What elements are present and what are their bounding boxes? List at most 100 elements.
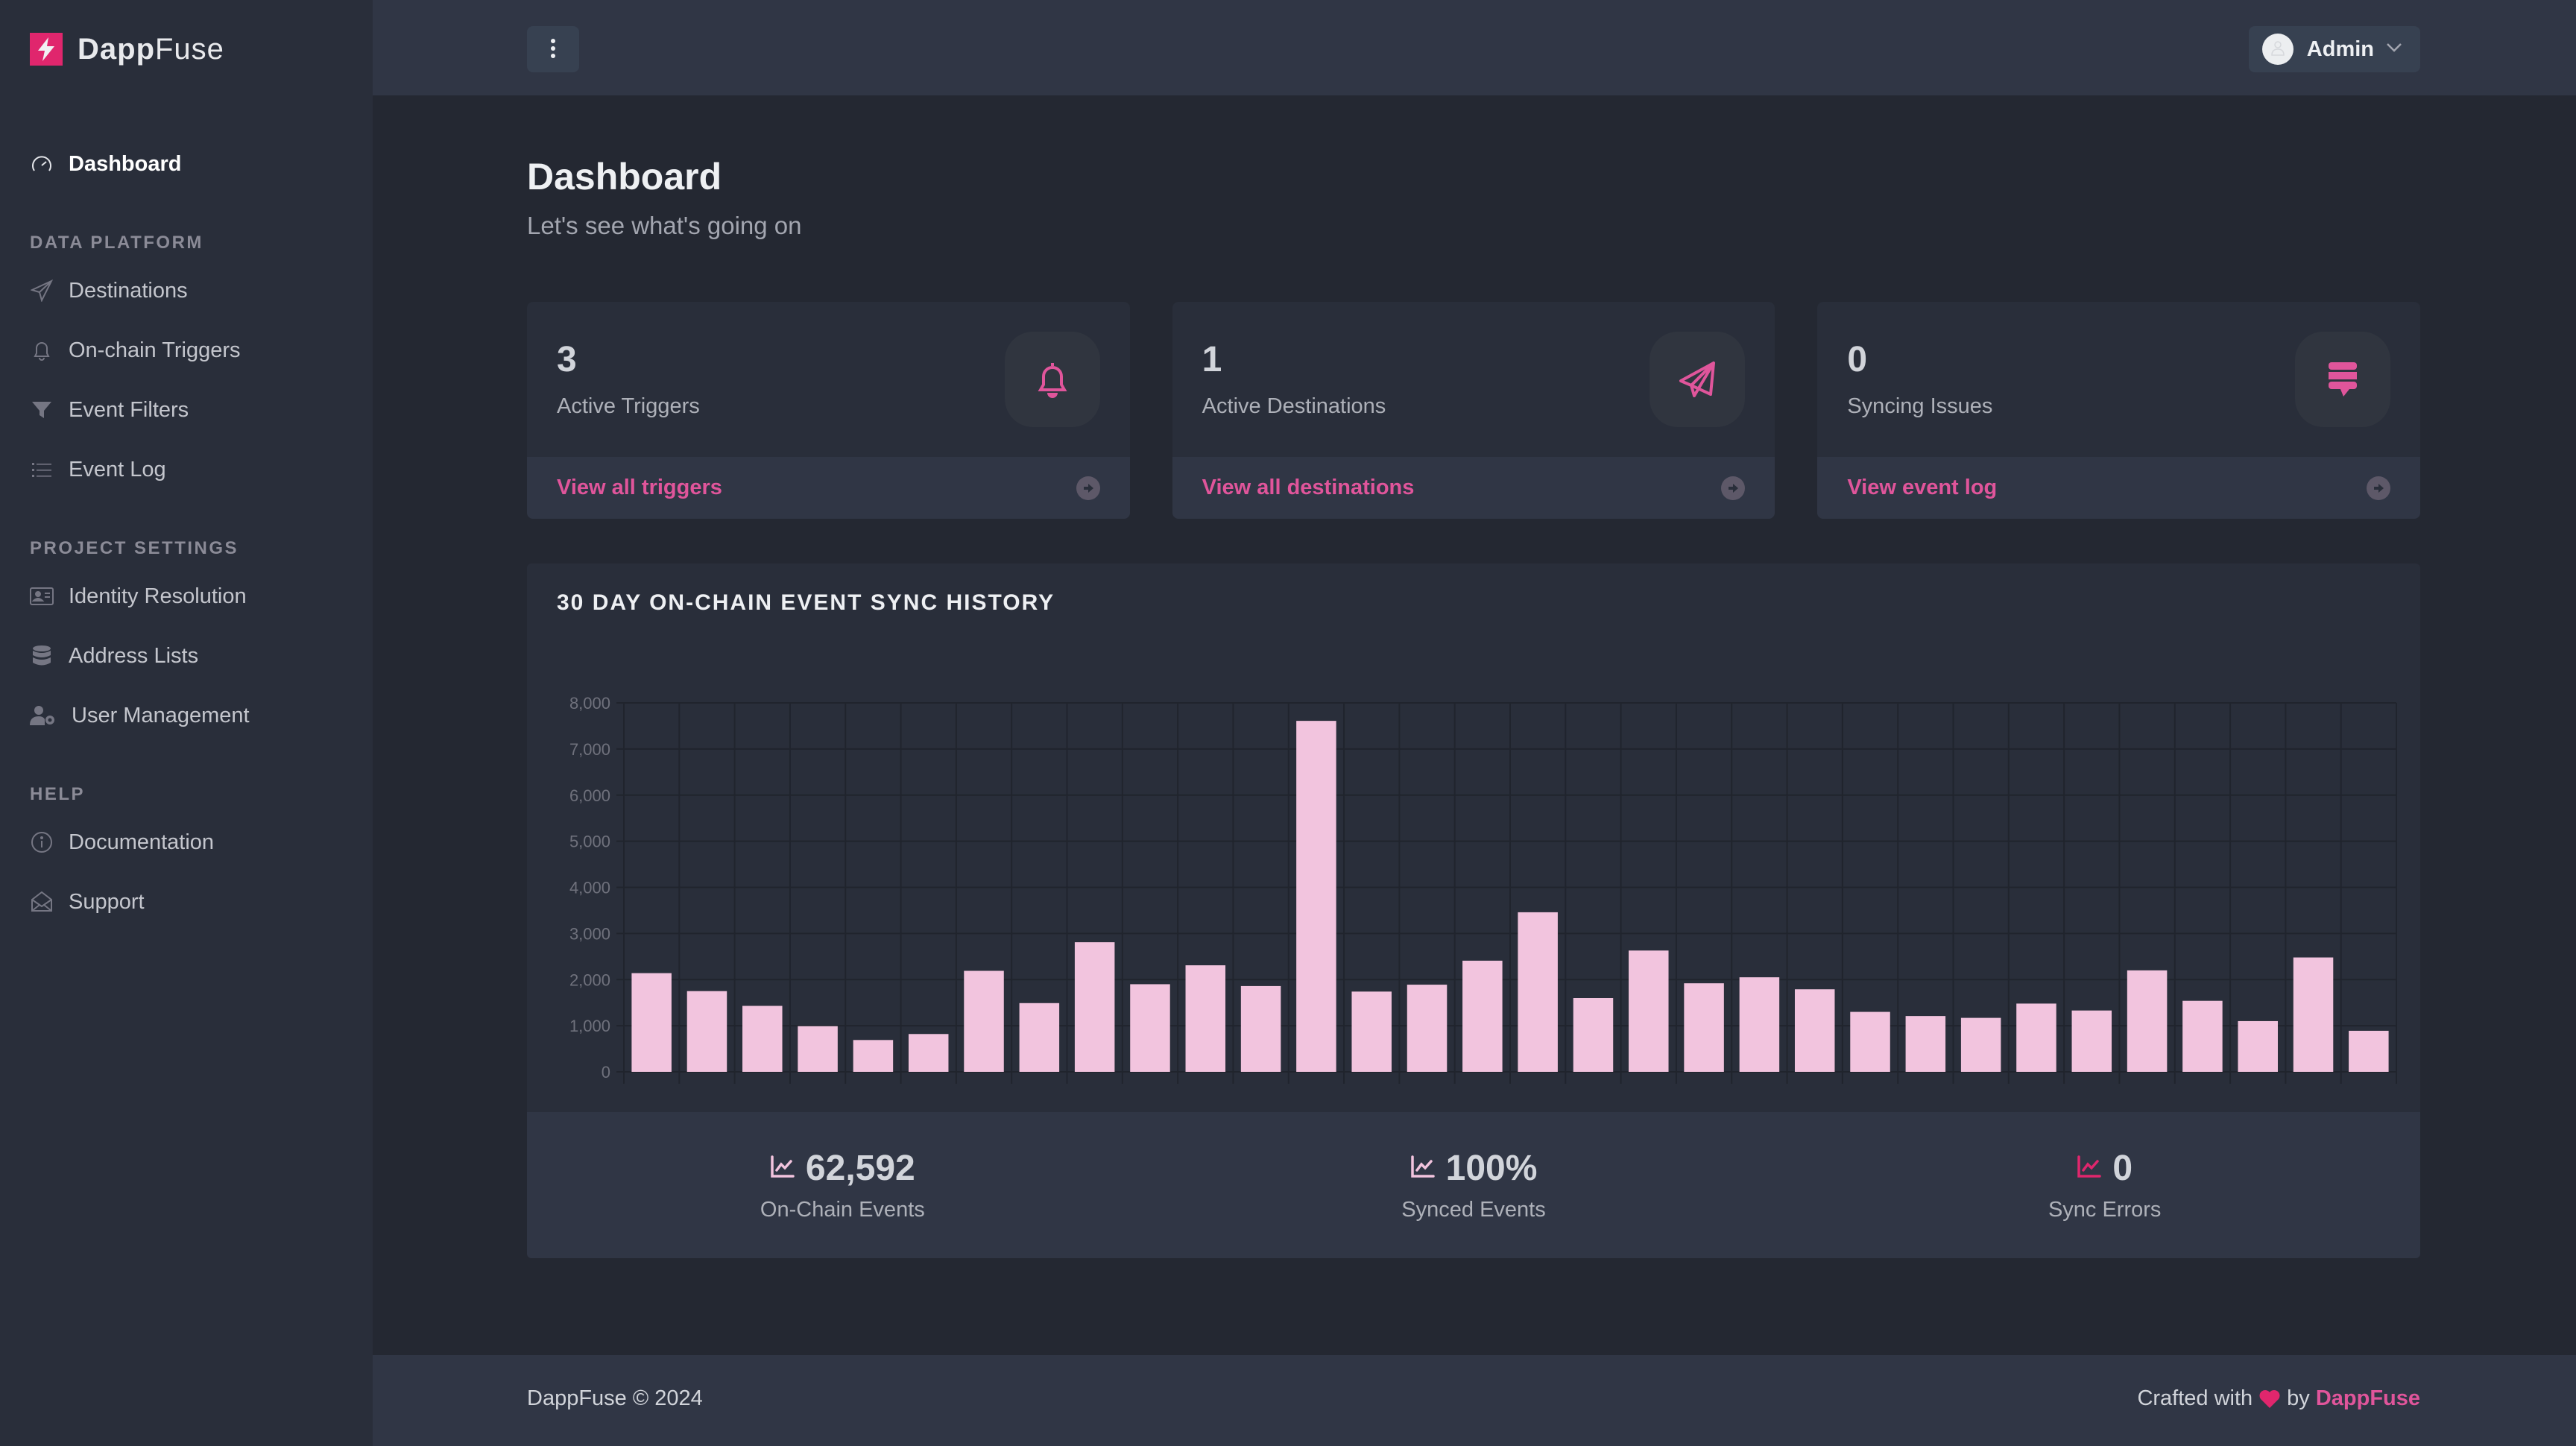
user-menu-button[interactable]: Admin bbox=[2248, 26, 2420, 72]
sidebar-item-label: Dashboard bbox=[69, 151, 182, 176]
user-gear-icon bbox=[30, 704, 57, 727]
user-name: Admin bbox=[2306, 37, 2374, 61]
bar bbox=[1240, 985, 1281, 1072]
stat-synced-events: 100% Synced Events bbox=[1158, 1112, 1790, 1258]
gauge-icon bbox=[30, 152, 54, 176]
sidebar-item-identity-resolution[interactable]: Identity Resolution bbox=[30, 566, 373, 626]
bar bbox=[2071, 1010, 2112, 1072]
card-label: Active Destinations bbox=[1202, 394, 1386, 418]
bar bbox=[1905, 1016, 1946, 1072]
sidebar-item-dashboard[interactable]: Dashboard bbox=[30, 134, 373, 194]
ellipsis-vertical-icon bbox=[549, 38, 557, 61]
brand-name: DappFuse bbox=[78, 33, 224, 66]
card-value: 1 bbox=[1202, 340, 1222, 379]
bar bbox=[1518, 912, 1558, 1072]
chart-line-icon bbox=[1410, 1155, 1436, 1182]
bar bbox=[1019, 1003, 1060, 1072]
view-all-destinations-link[interactable]: View all destinations bbox=[1202, 476, 1415, 500]
page-title: Dashboard bbox=[527, 156, 722, 198]
arrow-circle-right-icon[interactable] bbox=[1076, 476, 1100, 500]
stat-on-chain-events: 62,592 On-Chain Events bbox=[527, 1112, 1158, 1258]
paper-plane-icon bbox=[30, 279, 54, 303]
bar bbox=[1573, 998, 1614, 1072]
brand[interactable]: DappFuse bbox=[30, 33, 224, 66]
bar bbox=[964, 970, 1004, 1072]
sidebar-item-destinations[interactable]: Destinations bbox=[30, 261, 373, 321]
bar bbox=[2016, 1003, 2056, 1072]
bar bbox=[1739, 977, 1780, 1072]
envelope-open-icon bbox=[30, 890, 54, 914]
sidebar-item-label: Event Filters bbox=[69, 397, 189, 422]
sidebar-item-label: Destinations bbox=[69, 278, 188, 303]
bar bbox=[1074, 942, 1115, 1072]
page-subtitle: Let's see what's going on bbox=[527, 212, 802, 239]
copyright: DappFuse © 2024 bbox=[527, 1386, 703, 1410]
card-value: 3 bbox=[557, 340, 577, 379]
arrow-circle-right-icon[interactable] bbox=[2367, 476, 2391, 500]
y-tick-label: 2,000 bbox=[569, 970, 610, 989]
card-label: Active Triggers bbox=[557, 394, 700, 418]
list-icon bbox=[30, 458, 54, 482]
arrow-circle-right-icon[interactable] bbox=[1721, 476, 1746, 500]
bell-icon bbox=[1004, 332, 1100, 427]
sidebar-item-label: Documentation bbox=[69, 830, 215, 854]
comment-list-icon bbox=[2295, 332, 2391, 427]
card-syncing-issues: 0 Syncing Issues View event log bbox=[1817, 302, 2421, 519]
bar bbox=[631, 973, 672, 1072]
top-header: Admin bbox=[373, 0, 2576, 95]
bar bbox=[2182, 1000, 2223, 1072]
section-heading-project-settings: PROJECT SETTINGS bbox=[30, 538, 239, 558]
view-all-triggers-link[interactable]: View all triggers bbox=[557, 476, 722, 500]
bar bbox=[2127, 970, 2168, 1072]
crafted-by: by bbox=[2287, 1386, 2310, 1410]
chevron-down-icon bbox=[2386, 42, 2402, 57]
sidebar-item-event-filters[interactable]: Event Filters bbox=[30, 380, 373, 440]
stat-value: 100% bbox=[1445, 1149, 1538, 1188]
stat-label: On-Chain Events bbox=[760, 1198, 925, 1222]
dappfuse-link[interactable]: DappFuse bbox=[2316, 1386, 2420, 1411]
stat-label: Synced Events bbox=[1401, 1198, 1546, 1222]
chart-line-icon bbox=[2077, 1155, 2102, 1182]
bar bbox=[1407, 985, 1448, 1072]
crafted-prefix: Crafted with bbox=[2137, 1386, 2253, 1410]
y-tick-label: 1,000 bbox=[569, 1017, 610, 1035]
stat-value: 0 bbox=[2112, 1149, 2133, 1188]
filter-icon bbox=[30, 398, 54, 422]
bar bbox=[2293, 957, 2334, 1072]
sidebar-item-label: Address Lists bbox=[69, 643, 199, 668]
paper-plane-icon bbox=[1650, 332, 1746, 427]
bar bbox=[1850, 1011, 1890, 1072]
id-card-icon bbox=[30, 584, 54, 608]
sidebar-item-on-chain-triggers[interactable]: On-chain Triggers bbox=[30, 321, 373, 380]
database-icon bbox=[30, 644, 54, 668]
bar bbox=[1130, 984, 1170, 1072]
sidebar-item-support[interactable]: Support bbox=[30, 872, 373, 932]
y-tick-label: 7,000 bbox=[569, 740, 610, 759]
sync-history-chart-card: 30 DAY ON-CHAIN EVENT SYNC HISTORY 0 1,00… bbox=[527, 563, 2420, 1258]
stat-value: 62,592 bbox=[805, 1149, 915, 1188]
view-event-log-link[interactable]: View event log bbox=[1847, 476, 1997, 500]
sidebar-item-label: Support bbox=[69, 889, 145, 914]
sidebar-item-event-log[interactable]: Event Log bbox=[30, 440, 373, 499]
bar bbox=[798, 1026, 838, 1072]
brand-name-bold: Dapp bbox=[78, 32, 155, 66]
sidebar: DappFuse Dashboard DATA PLATFORM Destina… bbox=[0, 0, 373, 1446]
summary-cards: 3 Active Triggers View all triggers 1 Ac… bbox=[527, 302, 2421, 519]
user-icon bbox=[2269, 39, 2287, 60]
crafted-with: Crafted with by DappFuse bbox=[2137, 1386, 2420, 1411]
y-tick-label: 0 bbox=[602, 1063, 610, 1082]
y-tick-label: 4,000 bbox=[569, 879, 610, 897]
card-label: Syncing Issues bbox=[1847, 394, 1993, 418]
bar bbox=[1960, 1017, 2001, 1072]
sidebar-nav: Dashboard DATA PLATFORM Destinations On-… bbox=[30, 134, 373, 932]
stats-row: 62,592 On-Chain Events 100% Synced Event… bbox=[527, 1112, 2420, 1258]
sidebar-item-documentation[interactable]: Documentation bbox=[30, 812, 373, 872]
menu-button[interactable] bbox=[527, 26, 579, 72]
chart-line-icon bbox=[770, 1155, 795, 1182]
heart-icon bbox=[2258, 1389, 2281, 1409]
sidebar-item-user-management[interactable]: User Management bbox=[30, 686, 373, 745]
card-active-destinations: 1 Active Destinations View all destinati… bbox=[1172, 302, 1775, 519]
sidebar-item-address-lists[interactable]: Address Lists bbox=[30, 626, 373, 686]
section-heading-help: HELP bbox=[30, 784, 86, 804]
bar bbox=[1462, 960, 1503, 1072]
